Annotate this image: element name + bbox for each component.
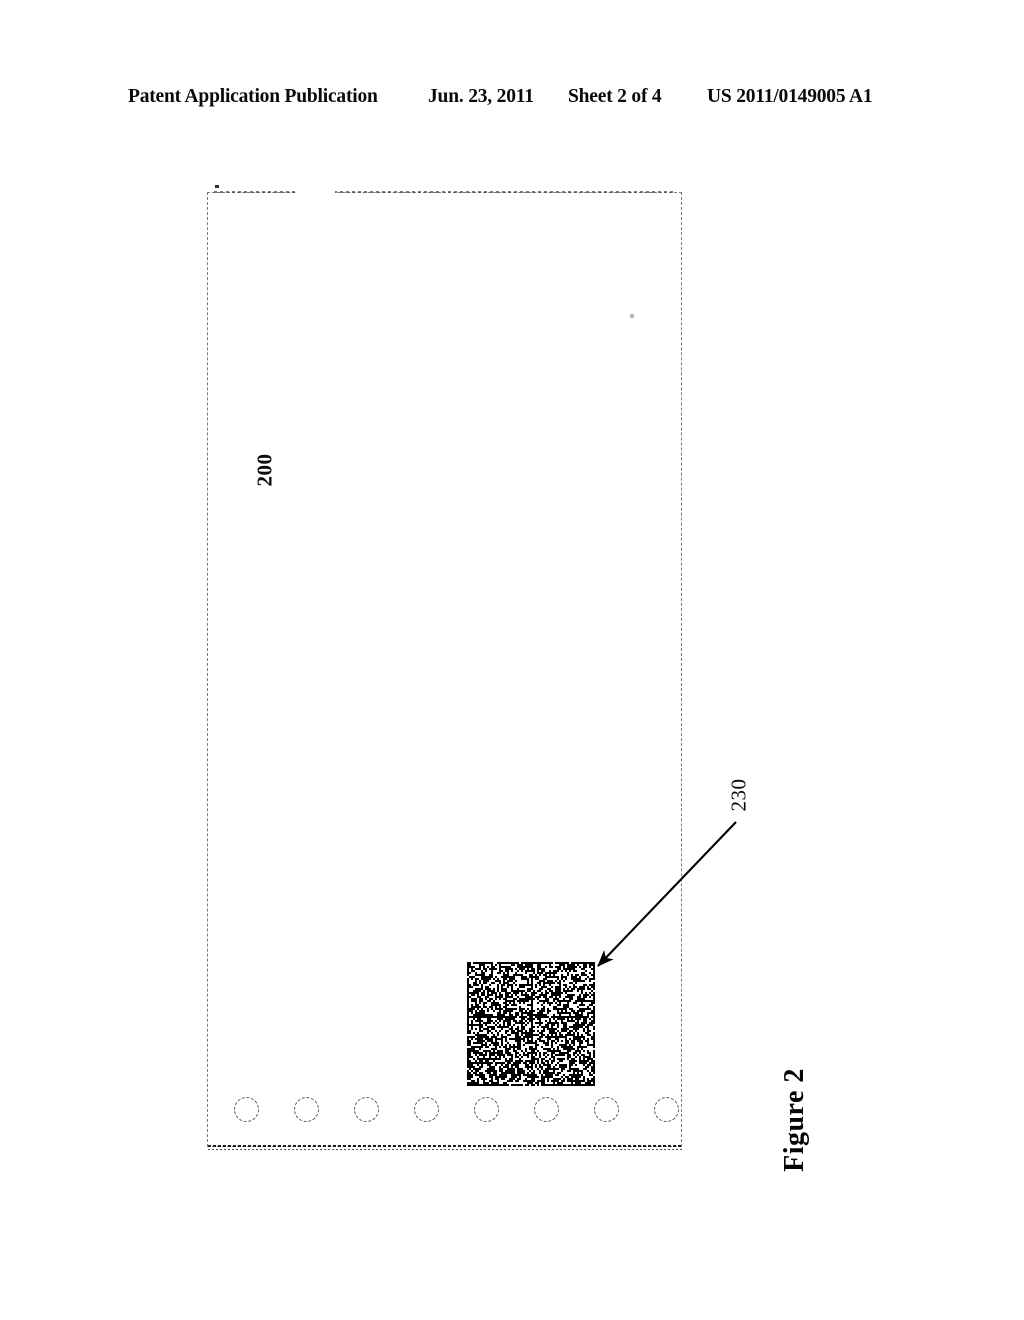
device-circle <box>354 1097 379 1122</box>
device-circle <box>474 1097 499 1122</box>
two-dimensional-code-block <box>467 962 595 1086</box>
reference-numeral-230: 230 <box>726 778 751 812</box>
device-top-edge <box>214 191 676 193</box>
device-circle <box>414 1097 439 1122</box>
device-circle <box>654 1097 679 1122</box>
leader-line-230 <box>597 821 737 967</box>
figure-caption: Figure 2 <box>779 1068 810 1172</box>
device-bottom-edge <box>208 1145 682 1150</box>
device-circle <box>294 1097 319 1122</box>
reference-numeral-200: 200 <box>252 453 277 487</box>
device-circle <box>534 1097 559 1122</box>
device-circle <box>234 1097 259 1122</box>
device-body-outline <box>207 192 682 1147</box>
scan-artifact-speck <box>215 185 219 188</box>
device-top-edge-gap <box>297 189 335 194</box>
device-circle-row <box>207 1094 682 1128</box>
scan-artifact-speck <box>630 314 634 318</box>
two-dimensional-code-canvas <box>467 962 595 1086</box>
device-circle <box>594 1097 619 1122</box>
patent-figure-drawing: 200 230 Figure 2 <box>0 0 1024 1320</box>
